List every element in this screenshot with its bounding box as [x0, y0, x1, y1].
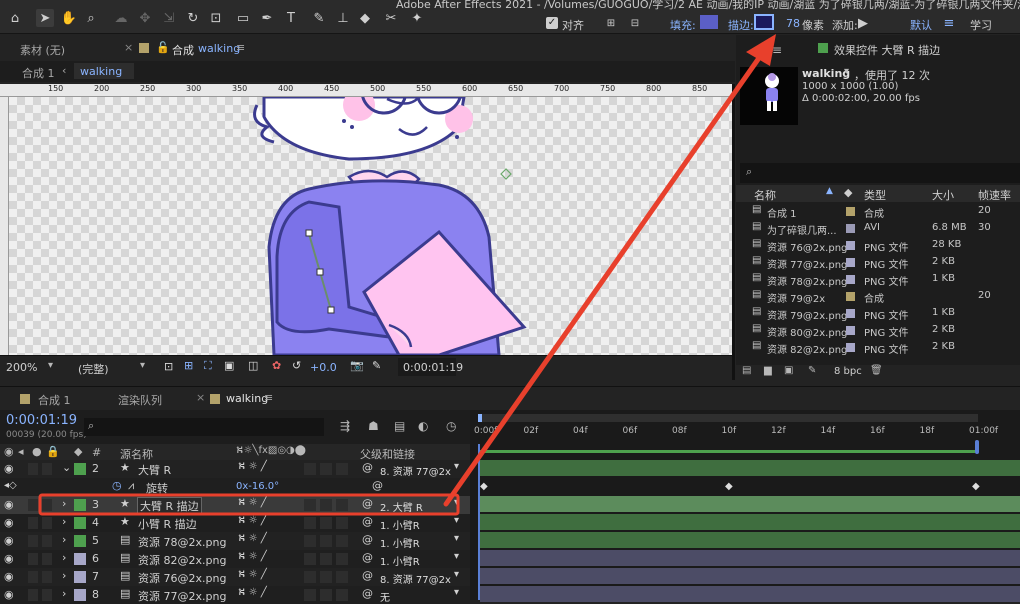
annotation-arrow — [38, 34, 776, 516]
